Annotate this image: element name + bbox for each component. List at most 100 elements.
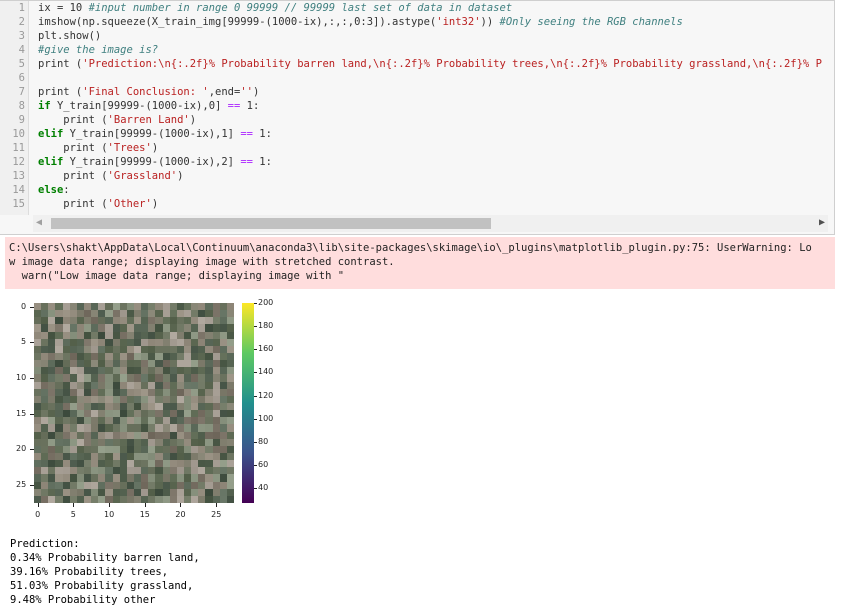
image-pixel — [105, 324, 113, 332]
scrollbar-thumb[interactable] — [51, 218, 491, 229]
image-pixel — [48, 431, 56, 439]
code-text[interactable]: print ('Prediction:\n{:.2f}% Probability… — [38, 57, 822, 71]
image-pixel — [69, 402, 77, 411]
image-pixel — [226, 338, 234, 346]
image-pixel — [155, 402, 163, 411]
image-pixel — [162, 374, 170, 382]
image-pixel — [226, 495, 234, 503]
image-pixel — [41, 310, 49, 318]
image-pixel — [133, 445, 142, 453]
image-pixel — [91, 310, 99, 318]
scroll-right-arrow-icon[interactable]: ▶ — [819, 217, 825, 228]
image-pixel — [205, 345, 213, 353]
image-pixel — [126, 424, 134, 432]
image-pixel — [183, 367, 192, 375]
image-pixel — [98, 452, 106, 461]
code-text[interactable]: print ('Grassland') — [38, 169, 183, 183]
image-pixel — [219, 388, 227, 396]
code-text[interactable]: elif Y_train[99999-(1000-ix),1] == 1: — [38, 127, 272, 141]
image-pixel — [212, 360, 220, 368]
image-pixel — [55, 417, 63, 425]
image-pixel — [198, 352, 206, 361]
code-text[interactable]: ix = 10 #input number in range 0 99999 /… — [38, 1, 512, 15]
image-pixel — [148, 381, 156, 389]
image-pixel — [212, 467, 220, 475]
image-pixel — [126, 481, 134, 489]
code-text[interactable]: print ('Final Conclusion: ',end='') — [38, 85, 259, 99]
image-pixel — [119, 445, 127, 453]
code-text[interactable]: plt.show() — [38, 29, 101, 43]
image-pixel — [41, 402, 49, 411]
scroll-left-arrow-icon[interactable]: ◀ — [36, 217, 42, 228]
image-pixel — [105, 410, 113, 418]
code-text[interactable]: elif Y_train[99999-(1000-ix),2] == 1: — [38, 155, 272, 169]
image-pixel — [34, 431, 42, 439]
image-pixel — [205, 474, 213, 482]
image-pixel — [205, 367, 213, 375]
image-pixel — [76, 467, 84, 475]
code-text[interactable]: print ('Trees') — [38, 141, 158, 155]
image-pixel — [69, 317, 77, 325]
image-pixel — [148, 424, 156, 432]
image-pixel — [155, 410, 163, 418]
image-pixel — [34, 345, 42, 353]
image-pixel — [212, 367, 220, 375]
image-pixel — [141, 331, 149, 339]
line-number: 14 — [12, 184, 25, 196]
image-pixel — [133, 367, 142, 375]
image-pixel — [183, 317, 192, 325]
image-pixel — [76, 345, 84, 353]
image-pixel — [219, 424, 227, 432]
image-pixel — [76, 338, 84, 346]
image-pixel — [226, 345, 234, 353]
image-pixel — [119, 310, 127, 318]
image-pixel — [226, 460, 234, 468]
horizontal-scrollbar[interactable]: ◀ ▶ — [33, 215, 828, 232]
image-pixel — [119, 331, 127, 339]
image-pixel — [219, 474, 227, 482]
image-pixel — [98, 360, 106, 368]
x-tick-label: 10 — [104, 510, 115, 519]
image-pixel — [112, 424, 120, 432]
image-pixel — [183, 402, 192, 411]
image-pixel — [169, 431, 177, 439]
image-pixel — [55, 395, 63, 403]
image-pixel — [212, 417, 220, 425]
image-pixel — [198, 481, 206, 489]
image-pixel — [119, 367, 127, 375]
image-pixel — [141, 374, 149, 382]
image-pixel — [183, 374, 192, 382]
image-pixel — [183, 431, 192, 439]
image-pixel — [126, 445, 134, 453]
code-cell[interactable]: 1 ix = 10 #input number in range 0 99999 … — [0, 0, 835, 235]
tick-mark — [30, 306, 34, 308]
image-pixel — [155, 388, 163, 396]
image-pixel — [126, 310, 134, 318]
image-pixel — [69, 424, 77, 432]
image-pixel — [176, 460, 184, 468]
image-pixel — [148, 388, 156, 396]
image-pixel — [212, 488, 220, 496]
image-pixel — [141, 352, 149, 361]
colorbar-tick-label: 60 — [258, 459, 269, 469]
image-pixel — [183, 460, 192, 468]
code-text[interactable]: #give the image is? — [38, 43, 158, 57]
image-pixel — [191, 345, 199, 353]
code-text[interactable]: imshow(np.squeeze(X_train_img[99999-(100… — [38, 15, 683, 29]
image-pixel — [212, 352, 220, 361]
code-text[interactable]: else: — [38, 183, 70, 197]
image-pixel — [133, 374, 142, 382]
image-pixel — [112, 317, 120, 325]
image-pixel — [105, 317, 113, 325]
image-pixel — [133, 388, 142, 396]
image-pixel — [83, 352, 92, 361]
code-text[interactable]: print ('Other') — [38, 197, 158, 211]
image-pixel — [191, 424, 199, 432]
image-pixel — [162, 303, 170, 311]
code-text[interactable]: if Y_train[99999-(1000-ix),0] == 1: — [38, 99, 259, 113]
code-text[interactable]: print ('Barren Land') — [38, 113, 196, 127]
image-pixel — [62, 352, 70, 361]
image-pixel — [226, 388, 234, 396]
image-pixel — [169, 395, 177, 403]
image-pixel — [112, 431, 120, 439]
